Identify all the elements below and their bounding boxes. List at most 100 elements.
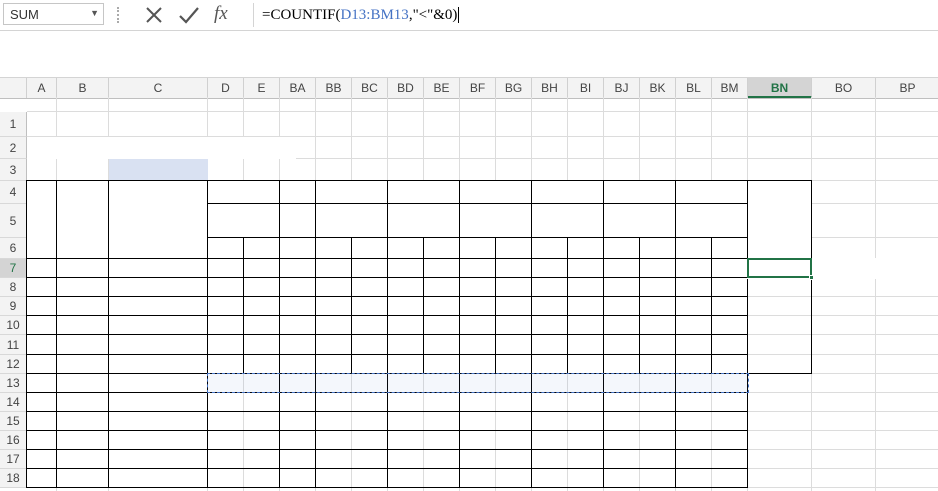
- value-cell[interactable]: [208, 412, 280, 431]
- time-cell[interactable]: [460, 316, 496, 335]
- value-cell[interactable]: [604, 450, 676, 469]
- time-cell[interactable]: [604, 278, 640, 297]
- value-cell[interactable]: [460, 469, 532, 488]
- column-header-ba[interactable]: BA: [280, 78, 316, 98]
- time-cell[interactable]: [532, 316, 568, 335]
- time-cell[interactable]: [352, 259, 388, 278]
- value-cell[interactable]: [388, 431, 460, 450]
- row-header-3[interactable]: 3: [0, 159, 27, 181]
- time-cell[interactable]: [712, 297, 748, 316]
- column-header-bk[interactable]: BK: [640, 78, 676, 98]
- value-cell[interactable]: [316, 431, 388, 450]
- value-cell[interactable]: [316, 450, 388, 469]
- time-cell[interactable]: [712, 316, 748, 335]
- formula-input[interactable]: =COUNTIF(D13:BM13,"<"&0): [253, 3, 938, 27]
- name-box[interactable]: SUM ▼: [3, 3, 104, 25]
- time-cell[interactable]: [496, 278, 532, 297]
- value-cell[interactable]: [460, 412, 532, 431]
- time-cell[interactable]: [640, 335, 676, 355]
- row-header-5[interactable]: 5: [0, 204, 27, 238]
- time-cell[interactable]: [424, 259, 460, 278]
- column-header-bj[interactable]: BJ: [604, 78, 640, 98]
- value-cell[interactable]: [280, 393, 316, 412]
- time-cell[interactable]: [568, 259, 604, 278]
- column-header-bn[interactable]: BN: [748, 78, 812, 98]
- time-cell[interactable]: [640, 316, 676, 335]
- time-cell[interactable]: [280, 278, 316, 297]
- time-cell[interactable]: [568, 335, 604, 355]
- time-cell[interactable]: [388, 278, 424, 297]
- time-cell[interactable]: [496, 259, 532, 278]
- column-header-bd[interactable]: BD: [388, 78, 424, 98]
- time-cell[interactable]: [640, 297, 676, 316]
- value-cell[interactable]: [604, 431, 676, 450]
- value-cell[interactable]: [460, 431, 532, 450]
- time-cell[interactable]: [712, 335, 748, 355]
- time-cell[interactable]: [712, 278, 748, 297]
- time-cell[interactable]: [712, 259, 748, 278]
- time-cell[interactable]: [316, 335, 352, 355]
- time-cell[interactable]: [316, 297, 352, 316]
- time-cell[interactable]: [568, 316, 604, 335]
- time-cell[interactable]: [640, 259, 676, 278]
- row-header-18[interactable]: 18: [0, 469, 27, 488]
- column-header-bc[interactable]: BC: [352, 78, 388, 98]
- value-cell[interactable]: [280, 469, 316, 488]
- time-cell[interactable]: [496, 297, 532, 316]
- time-cell[interactable]: [532, 259, 568, 278]
- time-cell[interactable]: [316, 316, 352, 335]
- time-cell[interactable]: [244, 278, 280, 297]
- time-cell[interactable]: [208, 297, 244, 316]
- time-cell[interactable]: [424, 316, 460, 335]
- time-cell[interactable]: [280, 316, 316, 335]
- time-cell[interactable]: [460, 259, 496, 278]
- value-cell[interactable]: [676, 450, 748, 469]
- row-header-16[interactable]: 16: [0, 431, 27, 450]
- value-cell[interactable]: [208, 431, 280, 450]
- value-cell[interactable]: [316, 393, 388, 412]
- time-cell[interactable]: [532, 278, 568, 297]
- value-cell[interactable]: [532, 431, 604, 450]
- value-cell[interactable]: [532, 469, 604, 488]
- time-cell[interactable]: [568, 297, 604, 316]
- row-header-6[interactable]: 6: [0, 238, 27, 259]
- time-cell[interactable]: [532, 297, 568, 316]
- value-cell[interactable]: [604, 393, 676, 412]
- value-cell[interactable]: [316, 412, 388, 431]
- select-all-corner[interactable]: [0, 78, 27, 98]
- time-cell[interactable]: [532, 335, 568, 355]
- time-cell[interactable]: [568, 278, 604, 297]
- value-cell[interactable]: [208, 469, 280, 488]
- column-header-bh[interactable]: BH: [532, 78, 568, 98]
- time-cell[interactable]: [676, 316, 712, 335]
- value-cell[interactable]: [676, 431, 748, 450]
- time-cell[interactable]: [424, 278, 460, 297]
- row-header-9[interactable]: 9: [0, 297, 27, 316]
- row-header-12[interactable]: 12: [0, 355, 27, 374]
- column-header-e[interactable]: E: [244, 78, 280, 98]
- column-header-bg[interactable]: BG: [496, 78, 532, 98]
- value-cell[interactable]: [280, 412, 316, 431]
- time-cell[interactable]: [280, 259, 316, 278]
- value-cell[interactable]: [388, 450, 460, 469]
- time-cell[interactable]: [244, 335, 280, 355]
- row-header-11[interactable]: 11: [0, 335, 27, 355]
- selected-range-d13-bm13[interactable]: [207, 373, 749, 393]
- value-cell[interactable]: [208, 393, 280, 412]
- fill-handle[interactable]: [809, 275, 814, 280]
- column-header-bi[interactable]: BI: [568, 78, 604, 98]
- time-cell[interactable]: [208, 316, 244, 335]
- value-cell[interactable]: [532, 412, 604, 431]
- time-cell[interactable]: [496, 316, 532, 335]
- time-cell[interactable]: [352, 297, 388, 316]
- time-cell[interactable]: [352, 278, 388, 297]
- value-cell[interactable]: [280, 431, 316, 450]
- value-cell[interactable]: [460, 393, 532, 412]
- column-header-c[interactable]: C: [109, 78, 208, 98]
- row-header-7[interactable]: 7: [0, 259, 27, 278]
- time-cell[interactable]: [676, 297, 712, 316]
- value-cell[interactable]: [388, 469, 460, 488]
- time-cell[interactable]: [316, 259, 352, 278]
- time-cell[interactable]: [424, 297, 460, 316]
- value-cell[interactable]: [532, 393, 604, 412]
